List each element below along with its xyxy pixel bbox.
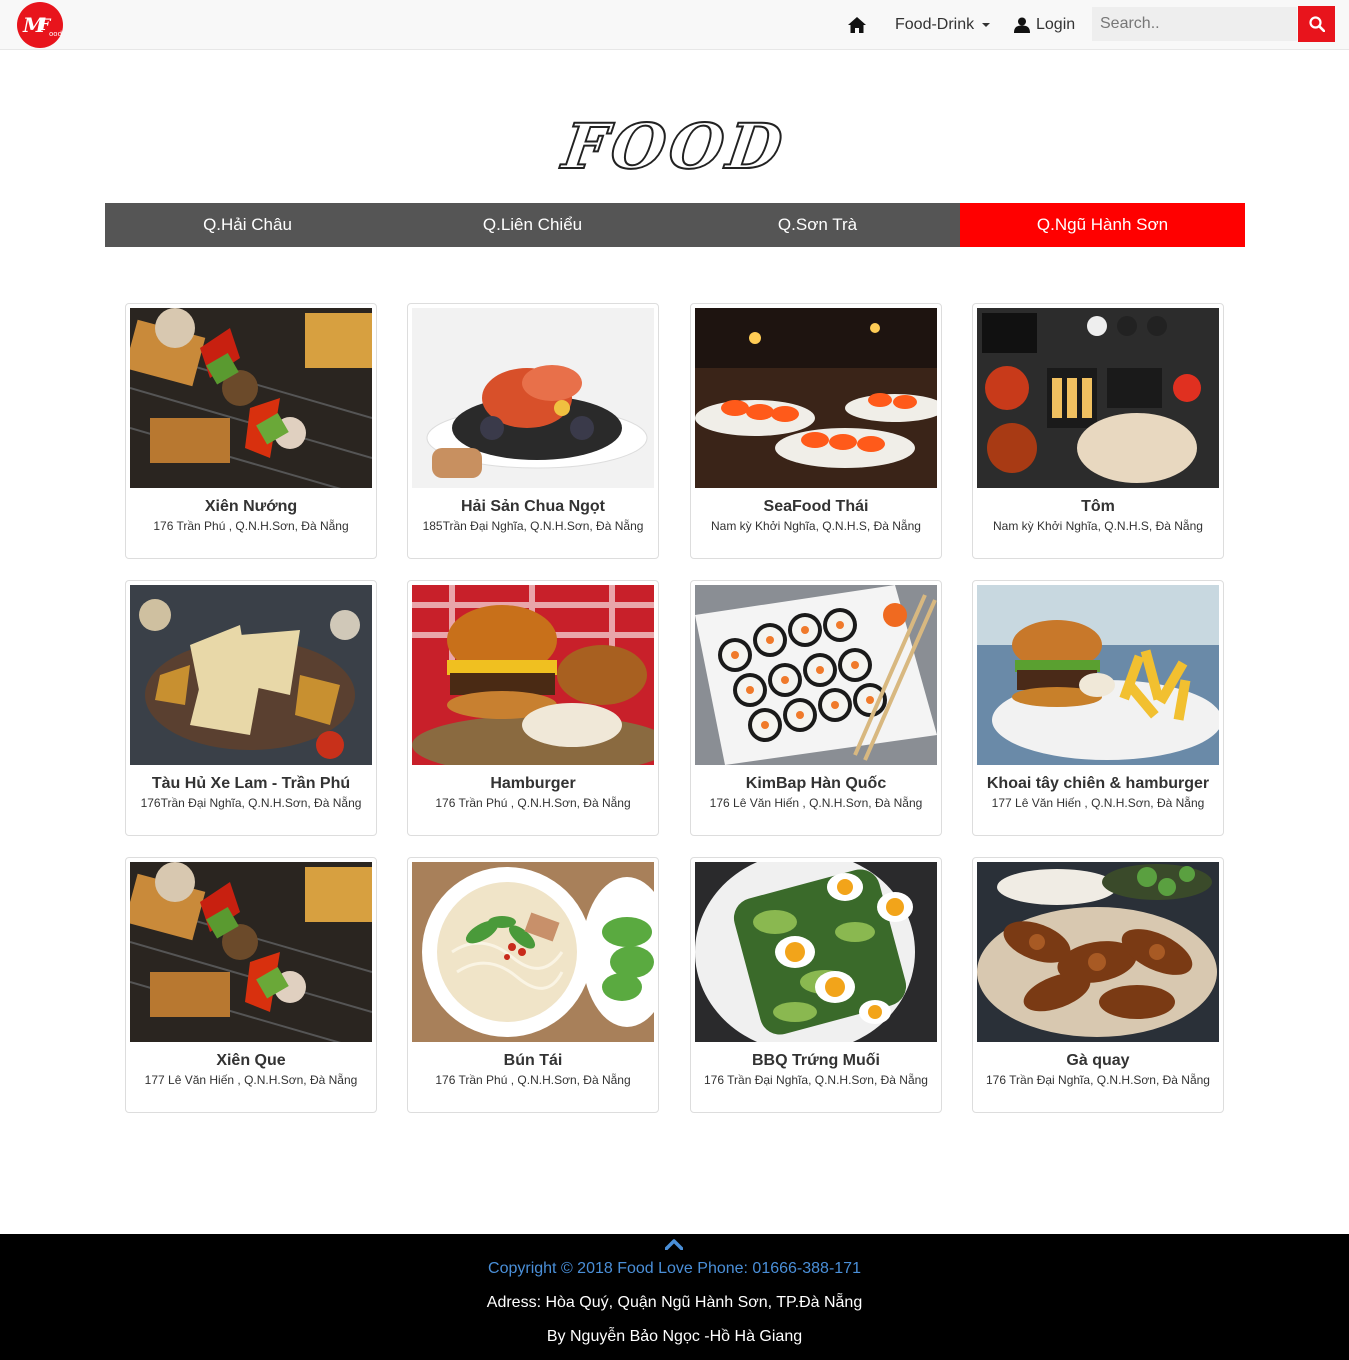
food-card[interactable]: Gà quay 176 Trần Đại Nghĩa, Q.N.H.Sơn, Đ… bbox=[972, 857, 1224, 1113]
food-image-hamburger bbox=[412, 585, 654, 765]
food-name: BBQ Trứng Muối bbox=[751, 1052, 880, 1069]
food-card[interactable]: Hải Sản Chua Ngọt 185Trần Đại Nghĩa, Q.N… bbox=[407, 303, 659, 559]
food-card[interactable]: Tàu Hủ Xe Lam - Trần Phú 176Trần Đại Ngh… bbox=[125, 580, 377, 836]
login-label: Login bbox=[1036, 16, 1076, 33]
top-navbar: M F ood Food-Drink Login bbox=[0, 0, 1349, 50]
food-address: Nam kỳ Khởi Nghĩa, Q.N.H.S, Đà Nẵng bbox=[993, 519, 1203, 533]
food-name: Xiên Que bbox=[216, 1052, 286, 1069]
search-input[interactable] bbox=[1092, 7, 1297, 41]
food-address: 176 Trần Phú , Q.N.H.Sơn, Đà Nẵng bbox=[435, 796, 631, 810]
footer: Copyright © 2018 Food Love Phone: 01666-… bbox=[0, 1234, 1349, 1360]
food-image-shrimp-buffet bbox=[695, 308, 937, 488]
district-tabs: Q.Hải Châu Q.Liên Chiểu Q.Sơn Trà Q.Ngũ … bbox=[105, 203, 1245, 247]
food-image-nachos bbox=[130, 585, 372, 765]
food-address: 176 Lê Văn Hiến , Q.N.H.Sơn, Đà Nẵng bbox=[709, 796, 923, 810]
food-name: Xiên Nướng bbox=[204, 498, 298, 515]
food-image-noodle-soup bbox=[412, 862, 654, 1042]
tab-hai-chau[interactable]: Q.Hải Châu bbox=[105, 203, 390, 247]
footer-copyright: Copyright © 2018 Food Love Phone: 01666-… bbox=[488, 1260, 861, 1277]
food-image-grilled-skewers bbox=[130, 308, 372, 488]
food-address: 176 Trần Đại Nghĩa, Q.N.H.Sơn, Đà Nẵng bbox=[704, 1073, 928, 1087]
food-card[interactable]: Tôm Nam kỳ Khởi Nghĩa, Q.N.H.S, Đà Nẵng bbox=[972, 303, 1224, 559]
food-address: 176 Trần Đại Nghĩa, Q.N.H.Sơn, Đà Nẵng bbox=[986, 1073, 1210, 1087]
footer-address: Adress: Hòa Quý, Quận Ngũ Hành Sơn, TP.Đ… bbox=[486, 1294, 863, 1311]
food-card[interactable]: BBQ Trứng Muối 176 Trần Đại Nghĩa, Q.N.H… bbox=[690, 857, 942, 1113]
food-address: Nam kỳ Khởi Nghĩa, Q.N.H.S, Đà Nẵng bbox=[711, 519, 921, 533]
food-card[interactable]: SeaFood Thái Nam kỳ Khởi Nghĩa, Q.N.H.S,… bbox=[690, 303, 942, 559]
food-image-grilled-skewers bbox=[130, 862, 372, 1042]
food-card[interactable]: Hamburger 176 Trần Phú , Q.N.H.Sơn, Đà N… bbox=[407, 580, 659, 836]
food-card[interactable]: Bún Tái 176 Trần Phú , Q.N.H.Sơn, Đà Nẵn… bbox=[407, 857, 659, 1113]
food-image-burger-fries bbox=[977, 585, 1219, 765]
food-name: Bún Tái bbox=[503, 1052, 563, 1069]
login-link[interactable]: Login bbox=[1014, 0, 1075, 50]
food-image-roast-chicken bbox=[977, 862, 1219, 1042]
food-address: 177 Lê Văn Hiến , Q.N.H.Sơn, Đà Nẵng bbox=[144, 1073, 358, 1087]
food-name: Hải Sản Chua Ngọt bbox=[460, 498, 605, 515]
footer-credits: By Nguyễn Bảo Ngọc -Hồ Hà Giang bbox=[546, 1328, 803, 1345]
tab-lien-chieu[interactable]: Q.Liên Chiểu bbox=[390, 203, 675, 247]
food-address: 176Trần Đại Nghĩa, Q.N.H.Sơn, Đà Nẵng bbox=[140, 796, 362, 810]
food-address: 176 Trần Phú , Q.N.H.Sơn, Đà Nẵng bbox=[153, 519, 349, 533]
food-name: Gà quay bbox=[1066, 1052, 1130, 1069]
food-drink-label: Food-Drink bbox=[895, 16, 975, 33]
search-icon bbox=[1308, 16, 1325, 32]
food-card[interactable]: KimBap Hàn Quốc 176 Lê Văn Hiến , Q.N.H.… bbox=[690, 580, 942, 836]
food-image-food-spread bbox=[977, 308, 1219, 488]
food-address: 176 Trần Phú , Q.N.H.Sơn, Đà Nẵng bbox=[435, 1073, 631, 1087]
logo-icon[interactable]: M F ood bbox=[15, 2, 65, 48]
food-name: Tàu Hủ Xe Lam - Trần Phú bbox=[151, 775, 351, 792]
home-icon bbox=[848, 17, 866, 33]
food-name: Tôm bbox=[1081, 498, 1115, 515]
food-image-sushi-rolls bbox=[695, 585, 937, 765]
svg-text:ood: ood bbox=[49, 30, 62, 38]
food-name: KimBap Hàn Quốc bbox=[745, 775, 887, 792]
food-address: 185Trần Đại Nghĩa, Q.N.H.Sơn, Đà Nẵng bbox=[422, 519, 644, 533]
chevron-up-icon[interactable] bbox=[665, 1238, 683, 1250]
food-address: 177 Lê Văn Hiến , Q.N.H.Sơn, Đà Nẵng bbox=[991, 796, 1205, 810]
tab-ngu-hanh-son[interactable]: Q.Ngũ Hành Sơn bbox=[960, 203, 1245, 247]
caret-down-icon bbox=[982, 23, 991, 27]
food-card[interactable]: Khoai tây chiên & hamburger 177 Lê Văn H… bbox=[972, 580, 1224, 836]
food-image-seafood-platter bbox=[412, 308, 654, 488]
food-image-eggs-avocado bbox=[695, 862, 937, 1042]
food-name: SeaFood Thái bbox=[763, 498, 869, 515]
food-drink-dropdown[interactable]: Food-Drink bbox=[895, 0, 991, 50]
food-name: Hamburger bbox=[490, 775, 576, 792]
tab-son-tra[interactable]: Q.Sơn Trà bbox=[675, 203, 960, 247]
page-title: FOOD bbox=[557, 109, 791, 184]
food-name: Khoai tây chiên & hamburger bbox=[986, 775, 1210, 792]
user-icon bbox=[1014, 17, 1030, 33]
food-card[interactable]: Xiên Que 177 Lê Văn Hiến , Q.N.H.Sơn, Đà… bbox=[125, 857, 377, 1113]
search-button[interactable] bbox=[1298, 6, 1335, 42]
home-link[interactable] bbox=[848, 0, 866, 50]
food-card[interactable]: Xiên Nướng 176 Trần Phú , Q.N.H.Sơn, Đà … bbox=[125, 303, 377, 559]
